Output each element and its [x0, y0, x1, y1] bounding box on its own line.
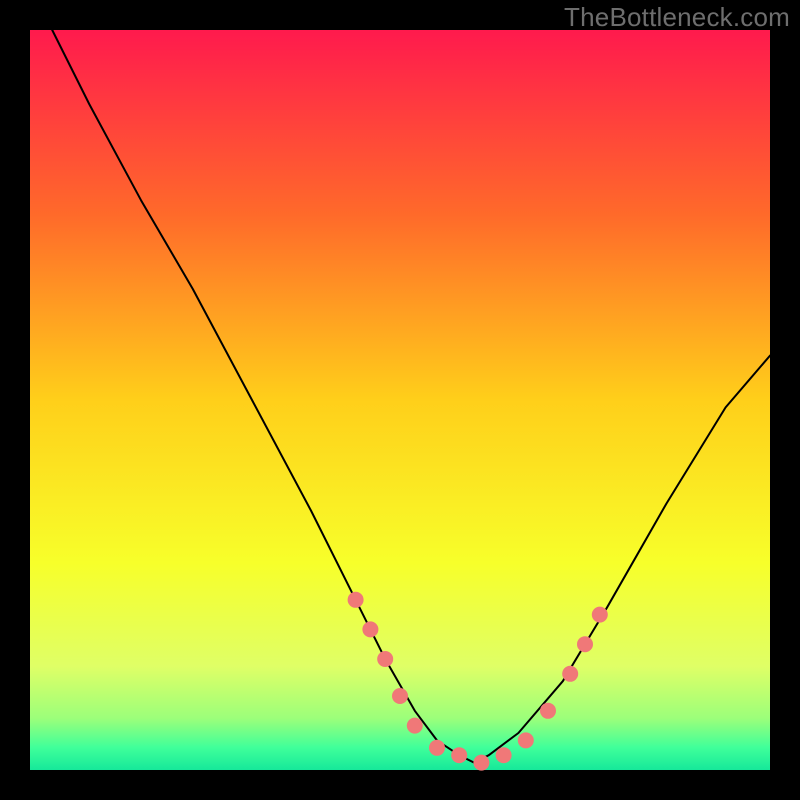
curve-marker — [540, 703, 556, 719]
curve-marker — [362, 621, 378, 637]
gradient-background — [30, 30, 770, 770]
curve-marker — [451, 747, 467, 763]
curve-marker — [392, 688, 408, 704]
curve-marker — [348, 592, 364, 608]
curve-marker — [407, 718, 423, 734]
watermark-label: TheBottleneck.com — [564, 2, 790, 33]
chart-container: TheBottleneck.com — [0, 0, 800, 800]
curve-marker — [592, 607, 608, 623]
curve-marker — [577, 636, 593, 652]
curve-marker — [496, 747, 512, 763]
curve-marker — [377, 651, 393, 667]
curve-marker — [429, 740, 445, 756]
chart-svg — [0, 0, 800, 800]
curve-marker — [562, 666, 578, 682]
curve-marker — [473, 755, 489, 771]
curve-marker — [518, 732, 534, 748]
